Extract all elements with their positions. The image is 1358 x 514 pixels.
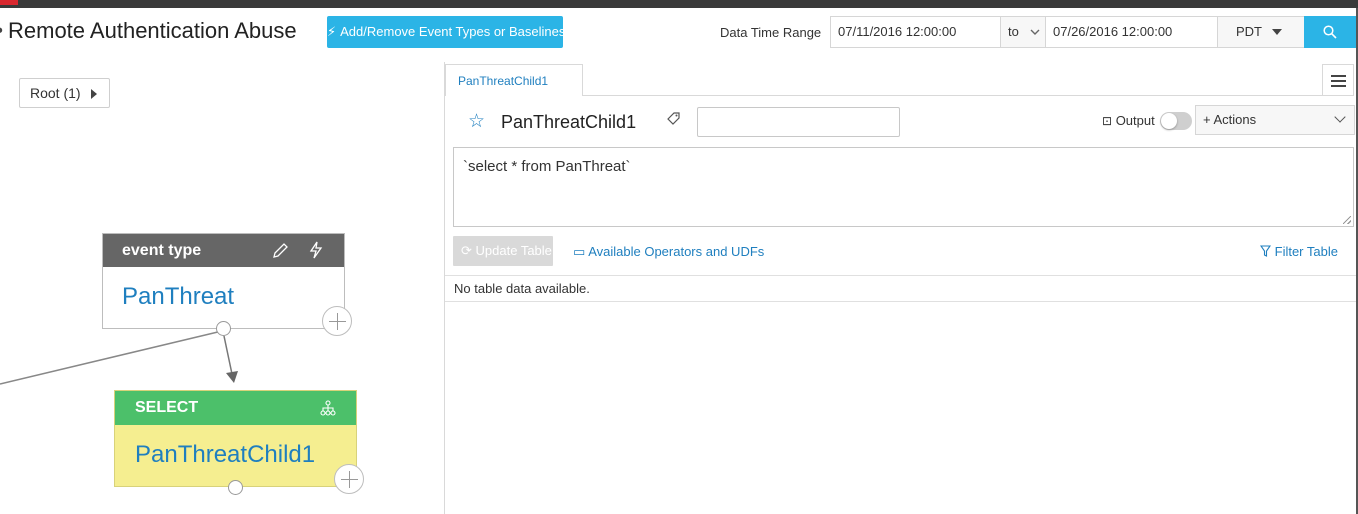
select-node-type-label: SELECT [135, 399, 199, 416]
update-table-label: Update Table [475, 243, 552, 258]
event-node-header: event type [103, 234, 344, 267]
lightning-icon[interactable] [309, 241, 323, 259]
star-icon[interactable]: ☆ [468, 110, 485, 133]
select-node-output-port[interactable] [228, 480, 243, 495]
sql-text: `select * from PanThreat` [463, 158, 631, 175]
pencil-icon[interactable] [271, 242, 289, 260]
tab-divider [583, 95, 1323, 96]
timezone-value: PDT [1236, 24, 1262, 39]
actions-dropdown[interactable]: + Actions [1195, 105, 1355, 135]
event-node-output-port[interactable] [216, 321, 231, 336]
output-toggle[interactable] [1160, 112, 1192, 130]
event-node-type-label: event type [122, 242, 202, 259]
search-icon [1323, 25, 1337, 39]
range-to-label: to [1008, 24, 1019, 39]
toggle-knob [1161, 113, 1177, 129]
refresh-icon: ⟳ [461, 243, 472, 258]
tab-panthreatchild1[interactable]: PanThreatChild1 [445, 64, 583, 96]
hamburger-icon [1331, 85, 1346, 87]
query-name-input[interactable] [697, 107, 900, 137]
tag-icon[interactable] [666, 111, 681, 126]
event-node-name: PanThreat [122, 283, 235, 310]
empty-table-message: No table data available. [445, 275, 1356, 302]
select-node[interactable]: SELECT PanThreatChild1 [114, 390, 357, 487]
actions-label: + Actions [1203, 112, 1257, 127]
select-node-header: SELECT [115, 391, 356, 425]
plus-circle-icon[interactable] [322, 306, 352, 336]
filter-table-link[interactable]: Filter Table [1260, 244, 1338, 259]
chevron-down-icon [1030, 29, 1040, 35]
query-name: PanThreatChild1 [501, 112, 637, 132]
edge-event-to-select [223, 335, 233, 375]
end-datetime-field[interactable]: 07/26/2016 12:00:00 [1045, 16, 1218, 48]
export-icon: ⊡ [1102, 114, 1113, 128]
edge-arrowhead [226, 371, 238, 383]
search-button[interactable] [1304, 16, 1356, 48]
hierarchy-icon[interactable] [320, 400, 336, 416]
sql-editor[interactable]: `select * from PanThreat` [453, 147, 1354, 227]
update-table-button[interactable]: ⟳ Update Table [453, 236, 553, 266]
select-node-name: PanThreatChild1 [135, 441, 316, 468]
book-icon: ▭ [573, 244, 586, 259]
hamburger-icon [1331, 80, 1346, 82]
range-to-select[interactable]: to [1000, 16, 1046, 48]
filter-link-label: Filter Table [1274, 244, 1338, 259]
operators-link-label: Available Operators and UDFs [588, 244, 765, 259]
start-datetime-field[interactable]: 07/11/2016 12:00:00 [830, 16, 1001, 48]
plus-circle-icon[interactable] [334, 464, 364, 494]
timezone-select[interactable]: PDT [1217, 16, 1305, 48]
data-time-range-label: Data Time Range [720, 25, 822, 40]
output-toggle-label: ⊡ Output [1102, 113, 1155, 128]
available-operators-link[interactable]: ▭ Available Operators and UDFs [573, 244, 764, 260]
chevron-down-icon [1334, 111, 1346, 123]
hamburger-icon [1331, 75, 1346, 77]
output-label-text: Output [1115, 113, 1155, 128]
event-type-node[interactable]: event type PanThreat [102, 233, 345, 329]
hamburger-menu-button[interactable] [1322, 64, 1354, 96]
incoming-edge [0, 330, 223, 385]
filter-icon [1260, 245, 1271, 257]
caret-down-icon [1272, 29, 1282, 35]
resize-handle[interactable] [1343, 216, 1351, 224]
